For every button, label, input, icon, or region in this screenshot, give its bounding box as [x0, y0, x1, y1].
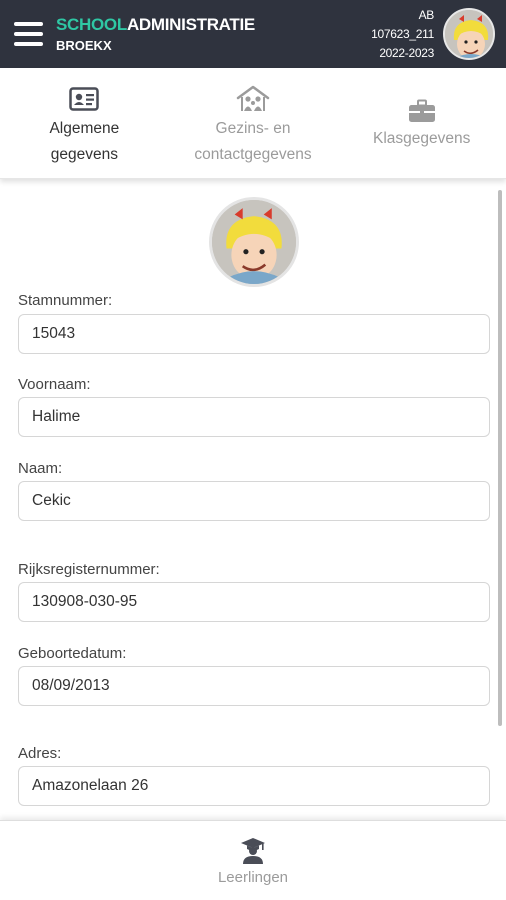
graduate-student-icon [203, 837, 303, 867]
stamnummer-field[interactable]: 15043 [18, 314, 490, 354]
naam-field[interactable]: Cekic [18, 481, 490, 521]
tab-label-line2: contactgegevens [194, 146, 312, 163]
adres-field[interactable]: Amazonelaan 26 [18, 766, 490, 806]
hamburger-menu-icon[interactable] [14, 22, 43, 46]
naam-label: Naam: [18, 460, 63, 477]
briefcase-icon [408, 96, 436, 126]
voornaam-field[interactable]: Halime [18, 397, 490, 437]
user-info: AB 107623_211 2022-2023 [371, 6, 434, 63]
user-code: 107623_211 [371, 27, 434, 41]
cartoon-girl-avatar-icon [445, 10, 493, 58]
rijksregisternummer-label: Rijksregisternummer: [18, 561, 160, 578]
tab-label: Algemene gegevens [49, 116, 119, 168]
tab-gezins-contactgegevens[interactable]: Gezins- en contactgegevens [169, 68, 338, 178]
tab-bar: Algemene gegevens Gezins- en contactgege… [0, 68, 506, 179]
rijksregisternummer-field[interactable]: 130908-030-95 [18, 582, 490, 622]
student-details: Stamnummer: 15043 Voornaam: Halime Naam:… [0, 180, 506, 820]
cartoon-girl-avatar-icon [212, 200, 296, 284]
tab-label-line1: Gezins- en [215, 120, 291, 137]
tab-klasgegevens[interactable]: Klasgegevens [337, 68, 506, 178]
stamnummer-label: Stamnummer: [18, 292, 113, 309]
tab-algemene-gegevens[interactable]: Algemene gegevens [0, 68, 169, 178]
student-photo [209, 197, 299, 287]
school-year: 2022-2023 [379, 46, 434, 60]
brand-school: SCHOOL [56, 15, 127, 34]
geboortedatum-label: Geboortedatum: [18, 645, 127, 662]
tab-label-line2: gegevens [50, 146, 118, 163]
user-avatar[interactable] [443, 8, 495, 60]
nav-leerlingen[interactable]: Leerlingen [203, 837, 303, 886]
tab-label: Gezins- en contactgegevens [194, 116, 311, 168]
brand-logo: SCHOOLADMINISTRATIE BROEKX [56, 15, 255, 54]
family-home-icon [235, 84, 271, 114]
app-header: SCHOOLADMINISTRATIE BROEKX AB 107623_211… [0, 0, 506, 68]
brand-title: SCHOOLADMINISTRATIE [56, 15, 255, 35]
id-card-icon [69, 84, 100, 114]
nav-leerlingen-label: Leerlingen [217, 869, 289, 886]
school-name: BROEKX [56, 38, 112, 53]
bottom-navigation: Leerlingen [0, 820, 506, 900]
voornaam-label: Voornaam: [18, 376, 91, 393]
user-initials: AB [418, 8, 435, 22]
geboortedatum-field[interactable]: 08/09/2013 [18, 666, 490, 706]
tab-label-line1: Algemene [49, 120, 120, 137]
adres-label: Adres: [18, 745, 62, 762]
scrollbar[interactable] [498, 190, 502, 726]
brand-admin: ADMINISTRATIE [126, 15, 255, 34]
tab-label: Klasgegevens [372, 130, 471, 147]
